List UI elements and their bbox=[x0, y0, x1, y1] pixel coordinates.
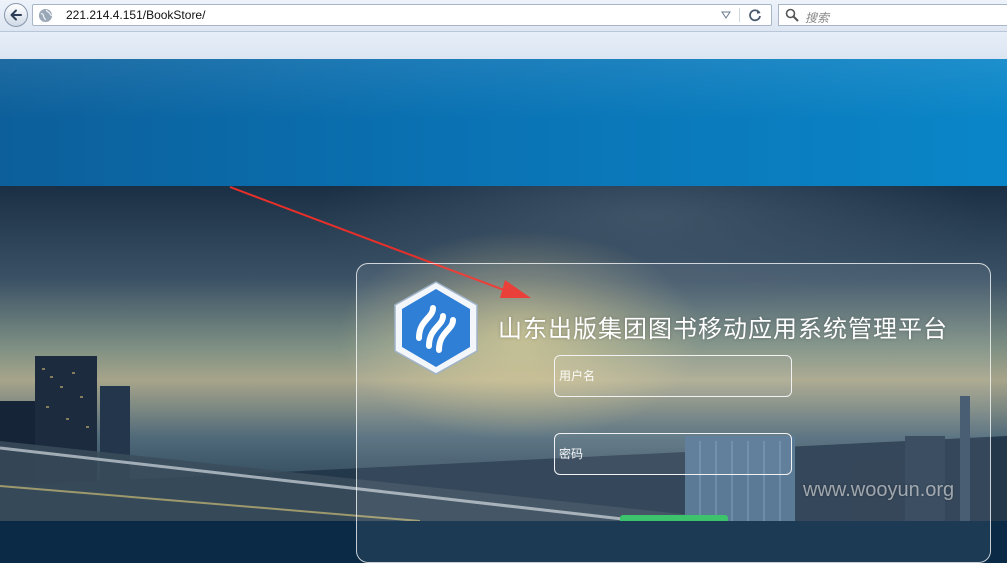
watermark: www.wooyun.org bbox=[803, 479, 955, 501]
password-input[interactable] bbox=[555, 434, 795, 474]
url-text: 221.214.4.151/BookStore/ bbox=[66, 8, 206, 22]
bookmarks-bar bbox=[0, 32, 1007, 59]
login-button[interactable] bbox=[620, 515, 728, 521]
dropdown-triangle-icon[interactable] bbox=[721, 11, 731, 19]
address-bar[interactable]: 221.214.4.151/BookStore/ bbox=[32, 4, 772, 26]
search-placeholder: 搜索 bbox=[805, 11, 830, 25]
username-field[interactable] bbox=[554, 355, 795, 397]
system-title: 山东出版集团图书移动应用系统管理平台 bbox=[498, 315, 948, 343]
password-field[interactable] bbox=[554, 433, 795, 475]
hexagon-logo-icon bbox=[394, 281, 478, 375]
globe-icon bbox=[38, 8, 53, 23]
reload-icon[interactable] bbox=[747, 7, 763, 23]
address-bar-divider bbox=[739, 8, 740, 22]
page-header-band bbox=[0, 59, 1007, 186]
username-input[interactable] bbox=[555, 356, 795, 396]
search-box[interactable]: 搜索 bbox=[778, 4, 1007, 26]
back-button[interactable] bbox=[4, 3, 28, 27]
magnifier-icon bbox=[785, 8, 799, 22]
browser-toolbar: 221.214.4.151/BookStore/ 搜索 bbox=[0, 0, 1007, 32]
back-arrow-icon bbox=[10, 9, 22, 21]
